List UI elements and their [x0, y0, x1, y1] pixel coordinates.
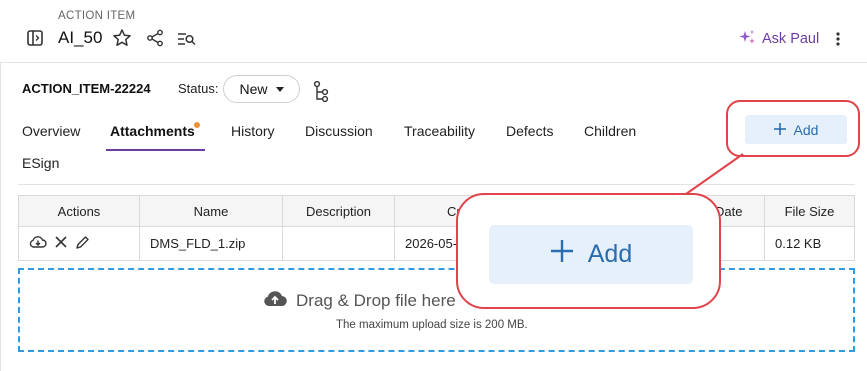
star-icon[interactable]	[112, 28, 132, 48]
sidebar-toggle-icon[interactable]	[26, 29, 44, 47]
tab-traceability[interactable]: Traceability	[404, 123, 475, 139]
add-button-zoomed[interactable]: Add	[489, 225, 693, 284]
sparkle-icon	[739, 29, 756, 50]
list-search-icon[interactable]	[176, 30, 196, 48]
column-header-description[interactable]: Description	[283, 196, 395, 227]
edit-pencil-icon[interactable]	[75, 235, 90, 253]
hierarchy-icon[interactable]	[312, 80, 330, 102]
column-header-file-size[interactable]: File Size	[765, 196, 854, 227]
download-cloud-icon[interactable]	[29, 235, 47, 252]
dropzone-text: Drag & Drop file here	[296, 290, 456, 310]
dropzone-hint: The maximum upload size is 200 MB.	[336, 319, 528, 331]
active-tab-indicator	[106, 149, 205, 151]
left-border	[0, 62, 1, 371]
cell-name[interactable]: DMS_FLD_1.zip	[140, 227, 283, 260]
plus-icon	[550, 239, 574, 270]
column-header-actions[interactable]: Actions	[19, 196, 140, 227]
status-value: New	[239, 81, 268, 97]
ask-paul-label: Ask Paul	[762, 31, 820, 47]
record-type-label: ACTION ITEM	[58, 10, 136, 22]
status-label: Status:	[178, 81, 219, 96]
tab-notification-dot	[194, 122, 200, 128]
tab-attachments[interactable]: Attachments	[110, 123, 195, 139]
tab-defects[interactable]: Defects	[506, 123, 553, 139]
tab-discussion[interactable]: Discussion	[305, 123, 373, 139]
page-title: AI_50	[58, 28, 103, 47]
delete-x-icon[interactable]	[55, 236, 67, 251]
item-id: ACTION_ITEM-22224	[22, 81, 151, 96]
callout-ring-small	[726, 100, 860, 157]
dropzone-title: Drag & Drop file here	[262, 289, 456, 312]
header-divider	[0, 62, 867, 63]
chevron-down-icon	[275, 86, 284, 92]
tab-esign[interactable]: ESign	[22, 155, 59, 171]
column-header-name[interactable]: Name	[140, 196, 283, 227]
tab-overview[interactable]: Overview	[22, 123, 80, 139]
tab-children[interactable]: Children	[584, 123, 636, 139]
ask-paul-button[interactable]: Ask Paul	[739, 29, 819, 49]
share-icon[interactable]	[145, 28, 165, 48]
tab-history[interactable]: History	[231, 123, 275, 139]
cell-file-size: 0.12 KB	[775, 236, 822, 251]
add-zoomed-label: Add	[587, 240, 633, 268]
more-vertical-icon[interactable]	[830, 30, 846, 48]
cell-description	[283, 227, 395, 260]
cloud-upload-icon	[262, 289, 288, 312]
row-actions-cell	[19, 227, 140, 260]
status-select[interactable]: New	[223, 75, 300, 103]
attachments-table: Actions Name Description Cr Date File Si…	[18, 195, 855, 261]
